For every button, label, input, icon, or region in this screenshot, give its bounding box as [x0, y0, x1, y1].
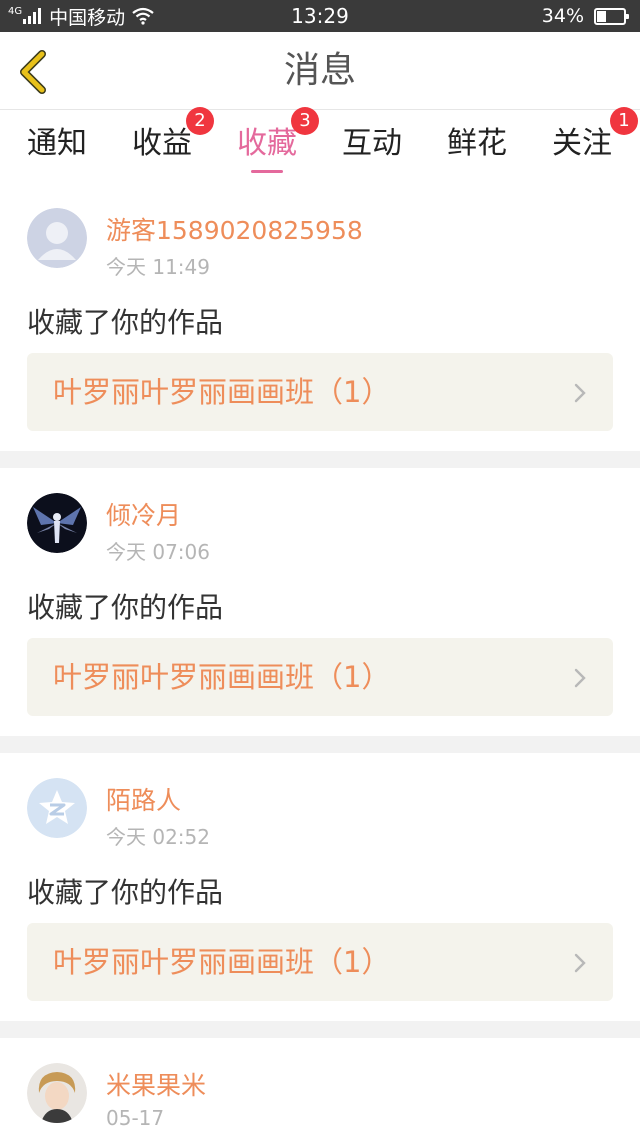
avatar[interactable] [27, 778, 87, 838]
work-link[interactable]: 叶罗丽叶罗丽画画班（1） [27, 923, 613, 1001]
tab-label: 互动 [342, 126, 402, 161]
unread-badge: 2 [186, 107, 214, 135]
battery-percent: 34% [541, 5, 584, 27]
tab-flowers[interactable]: 鲜花 [427, 111, 527, 183]
photo-avatar-icon [27, 1063, 87, 1123]
tab-earnings[interactable]: 收益 2 [112, 107, 214, 183]
nav-header: 消息 [0, 32, 640, 110]
timestamp: 今天 11:49 [106, 255, 210, 279]
timestamp: 今天 07:06 [106, 540, 210, 564]
battery-icon [594, 7, 629, 25]
tab-label: 关注 [552, 126, 612, 161]
user-name[interactable]: 陌路人 [106, 781, 181, 817]
divider [0, 451, 640, 468]
default-person-icon [27, 208, 87, 268]
message-feed: 游客1589020825958 今天 11:49 收藏了你的作品 叶罗丽叶罗丽画… [0, 183, 640, 1138]
tab-favorites[interactable]: 收藏 3 [217, 107, 319, 183]
timestamp: 05-17 [106, 1106, 165, 1130]
qzone-avatar-icon [27, 778, 87, 838]
action-text: 收藏了你的作品 [27, 306, 224, 339]
action-text: 收藏了你的作品 [27, 591, 224, 624]
tab-label: 收藏 [237, 126, 297, 161]
dark-angel-avatar-icon [27, 493, 87, 553]
unread-badge: 3 [291, 107, 319, 135]
chevron-right-icon [574, 383, 586, 403]
avatar[interactable] [27, 208, 87, 268]
list-item: 倾冷月 今天 07:06 收藏了你的作品 叶罗丽叶罗丽画画班（1） [0, 468, 640, 736]
timestamp: 今天 02:52 [106, 825, 210, 849]
chevron-right-icon [574, 668, 586, 688]
list-item: 陌路人 今天 02:52 收藏了你的作品 叶罗丽叶罗丽画画班（1） [0, 753, 640, 1021]
list-item: 米果果米 05-17 [0, 1038, 640, 1138]
tab-interactions[interactable]: 互动 [322, 111, 422, 183]
divider [0, 1021, 640, 1038]
work-title: 叶罗丽叶罗丽画画班（1） [53, 660, 391, 694]
user-name[interactable]: 米果果米 [106, 1066, 206, 1102]
tab-bar: 通知 收益 2 收藏 3 互动 鲜花 关注 1 [0, 107, 640, 183]
user-name[interactable]: 倾冷月 [106, 496, 181, 532]
chevron-right-icon [574, 953, 586, 973]
list-item: 游客1589020825958 今天 11:49 收藏了你的作品 叶罗丽叶罗丽画… [0, 183, 640, 451]
active-tab-indicator [251, 170, 283, 173]
work-title: 叶罗丽叶罗丽画画班（1） [53, 375, 391, 409]
divider [0, 736, 640, 753]
action-text: 收藏了你的作品 [27, 876, 224, 909]
status-right: 34% [541, 0, 629, 32]
work-link[interactable]: 叶罗丽叶罗丽画画班（1） [27, 638, 613, 716]
tab-label: 通知 [27, 126, 87, 161]
page-title: 消息 [283, 50, 356, 91]
unread-badge: 1 [610, 107, 638, 135]
avatar[interactable] [27, 1063, 87, 1123]
status-bar: 4G 中国移动 13:29 34% [0, 0, 640, 32]
work-link[interactable]: 叶罗丽叶罗丽画画班（1） [27, 353, 613, 431]
tab-label: 鲜花 [447, 126, 507, 161]
user-name[interactable]: 游客1589020825958 [106, 211, 363, 247]
tab-label: 收益 [132, 126, 192, 161]
work-title: 叶罗丽叶罗丽画画班（1） [53, 945, 391, 979]
avatar[interactable] [27, 493, 87, 553]
tab-follows[interactable]: 关注 1 [532, 107, 638, 183]
tab-notifications[interactable]: 通知 [7, 111, 107, 183]
